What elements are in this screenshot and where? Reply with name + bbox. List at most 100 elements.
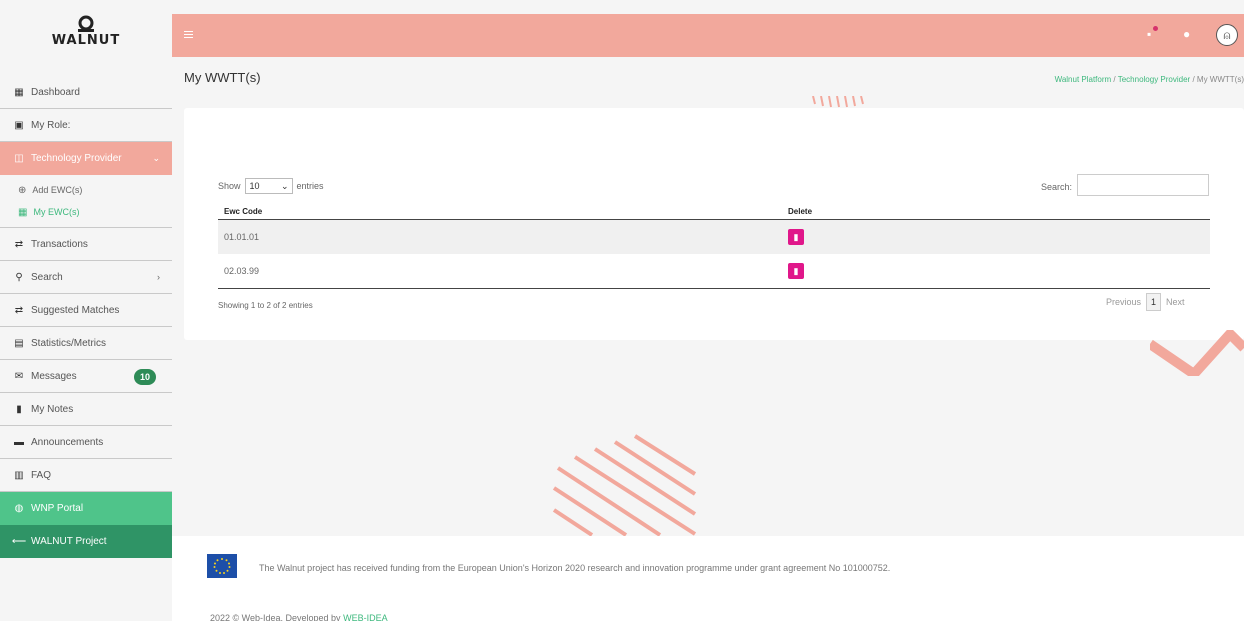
hamburger-menu-icon[interactable]	[184, 31, 193, 38]
sidebar-item-label: My Role:	[31, 119, 71, 131]
breadcrumb-link-platform[interactable]: Walnut Platform	[1055, 75, 1112, 84]
previous-page-button[interactable]: Previous	[1106, 297, 1141, 307]
breadcrumb-link-provider[interactable]: Technology Provider	[1118, 75, 1190, 84]
breadcrumb: Walnut Platform / Technology Provider / …	[1055, 75, 1244, 84]
chevron-down-icon: ⌄	[152, 153, 160, 163]
breadcrumb-separator: /	[1113, 75, 1116, 84]
developer-link[interactable]: WEB-IDEA	[343, 613, 388, 621]
delete-button[interactable]: ▮	[788, 263, 804, 279]
walnut-logo-icon	[78, 15, 94, 32]
sidebar-item-statistics[interactable]: ▤ Statistics/Metrics	[0, 327, 172, 360]
envelope-icon: ✉	[14, 370, 24, 382]
bookmark-icon: ▮	[16, 403, 22, 415]
sidebar-submenu: ⊕ Add EWC(s) ▦ My EWC(s)	[0, 175, 172, 228]
page-title: My WWTT(s)	[184, 70, 261, 85]
sidebar-item-label: FAQ	[31, 469, 52, 481]
sidebar-nav: ▦ Dashboard ▣ My Role: ◫ Technology Prov…	[0, 76, 172, 558]
delete-button[interactable]: ▮	[788, 229, 804, 245]
sidebar-item-search[interactable]: ⚲ Search ›	[0, 261, 172, 294]
funding-statement: The Walnut project has received funding …	[259, 563, 891, 573]
comment-icon: ▬	[14, 436, 24, 448]
sidebar-item-label: WNP Portal	[31, 503, 84, 514]
ewc-code-cell: 01.01.01	[224, 232, 260, 242]
globe-icon: ◍	[14, 503, 24, 514]
arrows-icon: ⇄	[14, 304, 24, 316]
sidebar-item-label: Transactions	[31, 238, 88, 250]
table-header: Ewc Code Delete	[218, 203, 1210, 220]
sidebar-subitem-label: My EWC(s)	[33, 207, 80, 217]
help-icon[interactable]: ●	[1183, 27, 1190, 41]
breadcrumb-separator: /	[1192, 75, 1195, 84]
sidebar-item-walnut-project[interactable]: ⟵ WALNUT Project	[0, 525, 172, 558]
messages-count-badge: 10	[134, 369, 156, 385]
sidebar-item-label: Suggested Matches	[31, 304, 120, 316]
search-label: Search:	[1041, 182, 1073, 192]
search-input[interactable]	[1077, 174, 1209, 196]
sidebar-item-messages[interactable]: ✉ Messages 10	[0, 360, 172, 393]
sidebar-subitem-my-ewc[interactable]: ▦ My EWC(s)	[0, 201, 172, 223]
table-row: 01.01.01 ▮	[218, 220, 1210, 254]
sidebar-item-label: Messages	[31, 370, 77, 382]
copyright: 2022 © Web-Idea. Developed by WEB-IDEA	[210, 613, 388, 621]
ewc-code-cell: 02.03.99	[224, 266, 260, 276]
book-icon: ▥	[14, 469, 24, 481]
show-label: Show	[218, 181, 241, 191]
sidebar-item-label: WALNUT Project	[31, 536, 107, 547]
sidebar: WALNUT ▦ Dashboard ▣ My Role: ◫ Technolo…	[0, 0, 172, 621]
entries-card: Show 10 ⌄ entries Search: Ewc Code Delet…	[184, 108, 1244, 340]
breadcrumb-current: My WWTT(s)	[1196, 75, 1244, 84]
entries-label: entries	[296, 181, 324, 191]
page-number-button[interactable]: 1	[1146, 293, 1162, 311]
logo[interactable]: WALNUT	[0, 0, 172, 62]
ewc-table: Ewc Code Delete 01.01.01 ▮ 02.03.99 ▮	[218, 203, 1210, 289]
sidebar-item-transactions[interactable]: ⇄ Transactions	[0, 228, 172, 261]
sidebar-item-announcements[interactable]: ▬ Announcements	[0, 426, 172, 459]
logo-text: WALNUT	[51, 32, 121, 48]
sidebar-subitem-add-ewc[interactable]: ⊕ Add EWC(s)	[0, 179, 172, 201]
sidebar-item-dashboard[interactable]: ▦ Dashboard	[0, 76, 172, 109]
sidebar-item-label: Dashboard	[31, 86, 80, 98]
dashboard-icon: ▦	[14, 86, 24, 98]
sidebar-item-suggested-matches[interactable]: ⇄ Suggested Matches	[0, 294, 172, 327]
table-footer-line	[218, 288, 1210, 289]
table-info: Showing 1 to 2 of 2 entries	[218, 301, 313, 310]
next-page-button[interactable]: Next	[1166, 297, 1185, 307]
notification-dot	[1153, 26, 1158, 31]
sidebar-item-wnp-portal[interactable]: ◍ WNP Portal	[0, 492, 172, 525]
pagination: Previous 1 Next	[1106, 293, 1185, 311]
copyright-text: 2022 © Web-Idea. Developed by	[210, 613, 341, 621]
bell-icon[interactable]: ▪	[1147, 27, 1151, 41]
sidebar-item-my-role[interactable]: ▣ My Role:	[0, 109, 172, 142]
sidebar-item-label: My Notes	[31, 403, 74, 415]
trash-icon: ▮	[793, 265, 799, 276]
user-account-icon[interactable]: ⍝	[1216, 24, 1238, 46]
table-row: 02.03.99 ▮	[218, 254, 1210, 288]
chevron-right-icon: ›	[157, 272, 160, 282]
sidebar-subitem-label: Add EWC(s)	[32, 185, 83, 195]
page-length-select[interactable]: 10 ⌄	[244, 178, 293, 194]
sidebar-item-label: Technology Provider	[31, 153, 122, 164]
top-bar: ▪ ● ⍝	[172, 14, 1244, 57]
table-icon: ▦	[18, 206, 28, 218]
building-icon: ◫	[14, 153, 24, 164]
page-length-control: Show 10 ⌄ entries	[218, 178, 324, 194]
arrows-icon: ⇄	[14, 238, 24, 250]
page-length-value: 10	[249, 181, 260, 191]
chevron-down-icon: ⌄	[280, 180, 289, 191]
sidebar-item-label: Search	[31, 271, 63, 283]
sidebar-item-technology-provider[interactable]: ◫ Technology Provider ⌄	[0, 142, 172, 175]
column-header-delete: Delete	[788, 206, 813, 216]
sidebar-item-faq[interactable]: ▥ FAQ	[0, 459, 172, 492]
sidebar-item-label: Statistics/Metrics	[31, 337, 107, 349]
sidebar-item-my-notes[interactable]: ▮ My Notes	[0, 393, 172, 426]
eu-flag-icon	[207, 554, 237, 578]
zigzag-decoration	[1150, 330, 1244, 376]
trash-icon: ▮	[793, 231, 799, 242]
briefcase-icon: ▣	[14, 119, 24, 131]
arrow-left-icon: ⟵	[11, 536, 27, 547]
plus-circle-icon: ⊕	[18, 184, 27, 196]
footer: The Walnut project has received funding …	[172, 536, 1244, 621]
sidebar-item-label: Announcements	[31, 436, 104, 448]
stripe-decoration-bottom	[552, 434, 697, 536]
column-header-ewc-code[interactable]: Ewc Code	[218, 207, 788, 216]
